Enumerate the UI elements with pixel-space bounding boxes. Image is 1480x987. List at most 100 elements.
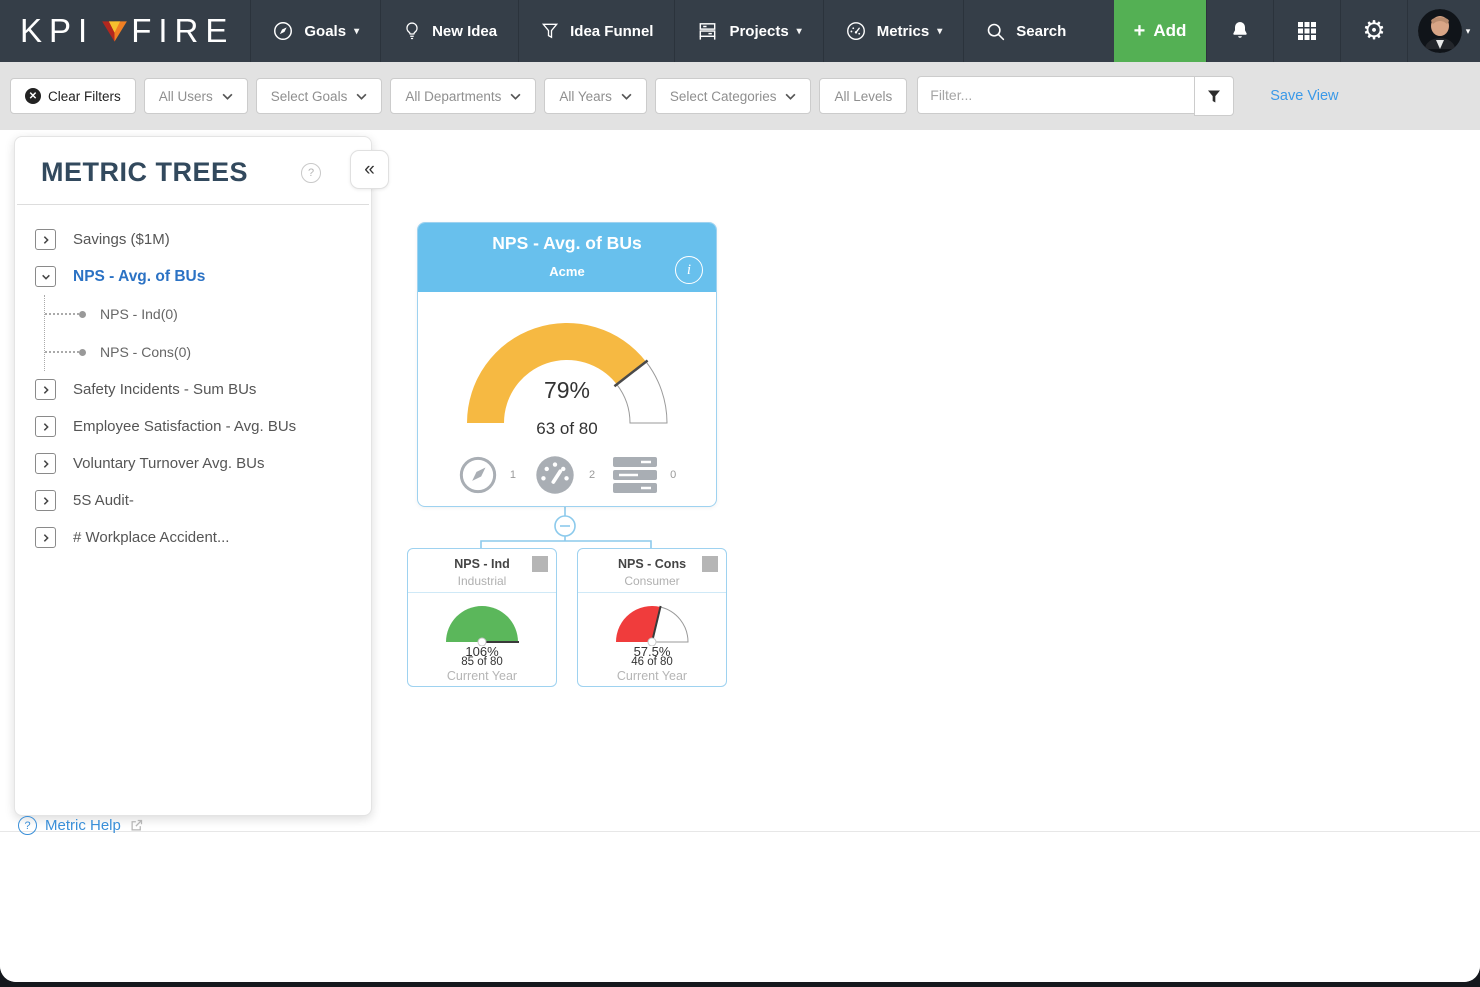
metrics-count[interactable]: 2 [533, 453, 595, 497]
all-departments-dropdown[interactable]: All Departments [390, 78, 537, 114]
expand-button[interactable] [35, 416, 56, 437]
gauge-detail: 85 of 80 [461, 656, 503, 668]
nav-metrics[interactable]: Metrics ▾ [822, 0, 964, 62]
nav-new-idea[interactable]: New Idea [380, 0, 518, 62]
tree-item-savings[interactable]: Savings ($1M) [35, 221, 353, 258]
user-menu[interactable]: ▾ [1407, 0, 1480, 62]
select-categories-dropdown[interactable]: Select Categories [654, 78, 812, 114]
tree-item-label: Employee Satisfaction - Avg. BUs [73, 418, 297, 435]
tree-item-workplace-accident[interactable]: # Workplace Accident... [35, 519, 353, 556]
tree-item-label: # Workplace Accident... [73, 529, 230, 546]
tree-item-voluntary-turnover[interactable]: Voluntary Turnover Avg. BUs [35, 445, 353, 482]
metric-card-nps-avg[interactable]: NPS - Avg. of BUs Acme i 79% 63 of 80 1 [417, 222, 717, 507]
expand-button[interactable] [35, 490, 56, 511]
apps-grid-button[interactable] [1273, 0, 1340, 62]
metric-help-link[interactable]: ? Metric Help [18, 816, 144, 835]
content-divider [0, 831, 1480, 832]
lightbulb-icon [406, 22, 418, 40]
add-button[interactable]: + Add [1114, 0, 1206, 62]
panel-header: METRIC TREES ? [17, 137, 369, 205]
count-value: 2 [588, 469, 596, 481]
tree-item-label: NPS - Ind(0) [100, 306, 178, 322]
all-users-dropdown[interactable]: All Users [143, 78, 248, 114]
save-view-link[interactable]: Save View [1270, 88, 1338, 104]
chevron-down-icon [621, 93, 632, 100]
gauge-detail: 63 of 80 [536, 419, 598, 438]
all-years-dropdown[interactable]: All Years [544, 78, 647, 114]
card-count-row: 1 2 0 [418, 453, 716, 497]
tree-connector-lines [480, 505, 652, 549]
nav-search[interactable]: Search [963, 0, 1087, 62]
tree-item-label: Safety Incidents - Sum BUs [73, 381, 257, 398]
chevron-right-icon [43, 422, 49, 431]
nav-label: New Idea [432, 22, 498, 40]
grid-icon [1298, 22, 1316, 40]
gauge-detail: 46 of 80 [631, 656, 673, 668]
info-button[interactable]: i [675, 256, 703, 284]
tree-item-label: NPS - Cons(0) [100, 344, 192, 360]
tree-item-nps-ind[interactable]: NPS - Ind(0) [45, 295, 353, 333]
settings-button[interactable]: ⚙ [1340, 0, 1407, 62]
goals-count[interactable]: 1 [458, 455, 516, 495]
stack-icon [613, 457, 658, 493]
clear-filters-label: Clear Filters [48, 88, 121, 104]
tree-item-5s-audit[interactable]: 5S Audit- [35, 482, 353, 519]
chevron-down-icon [356, 93, 367, 100]
compass-icon [459, 456, 496, 494]
kpifire-logo[interactable]: KPI FIRE [0, 0, 250, 62]
chevron-down-icon [41, 274, 50, 280]
filter-input[interactable] [917, 76, 1195, 114]
dropdown-label: Select Goals [270, 88, 348, 104]
help-icon[interactable]: ? [301, 162, 321, 183]
card-select-square[interactable] [532, 556, 548, 572]
tree-item-label: Voluntary Turnover Avg. BUs [73, 455, 265, 472]
tree-item-employee-satisfaction[interactable]: Employee Satisfaction - Avg. BUs [35, 408, 353, 445]
card-select-square[interactable] [702, 556, 718, 572]
chevron-down-icon: ▾ [1465, 25, 1471, 36]
dropdown-label: Select Categories [669, 88, 777, 104]
collapse-panel-button[interactable]: « [350, 150, 389, 189]
tree-item-nps-avg[interactable]: NPS - Avg. of BUs [35, 258, 353, 295]
count-value: 1 [509, 469, 516, 481]
expand-button[interactable] [35, 527, 56, 548]
gauge-period: Current Year [446, 669, 518, 683]
add-button-label: Add [1153, 21, 1187, 40]
nav-projects[interactable]: Projects ▾ [674, 0, 822, 62]
nav-goals[interactable]: Goals ▾ [250, 0, 380, 62]
notifications-button[interactable] [1206, 0, 1273, 62]
select-goals-dropdown[interactable]: Select Goals [255, 78, 383, 114]
clear-filters-button[interactable]: ✕ Clear Filters [10, 78, 136, 114]
user-photo [1417, 9, 1462, 53]
gauge-percent: 79% [543, 377, 591, 403]
metric-card-nps-cons[interactable]: NPS - Cons Consumer 57.5% 46 of 80 Curre… [577, 548, 727, 687]
node-dot-icon [79, 348, 86, 356]
nav-label: Projects [729, 22, 789, 40]
chevron-down-icon: ▾ [937, 25, 943, 37]
nav-label: Idea Funnel [570, 22, 654, 40]
dropdown-label: All Departments [405, 88, 502, 104]
gauge-period: Current Year [616, 669, 688, 683]
expand-button[interactable] [35, 453, 56, 474]
dotted-connector [45, 351, 79, 353]
tree-item-nps-cons[interactable]: NPS - Cons(0) [45, 333, 353, 371]
collapse-button[interactable] [35, 266, 56, 287]
panel-title: METRIC TREES [41, 157, 249, 187]
chevron-down-icon [785, 93, 796, 100]
filter-input-group [917, 76, 1235, 116]
tree-children: NPS - Ind(0) NPS - Cons(0) [44, 295, 353, 371]
expand-button[interactable] [35, 379, 56, 400]
tree-item-safety-incidents[interactable]: Safety Incidents - Sum BUs [35, 371, 353, 408]
gauge-chart [616, 605, 689, 646]
datasets-count[interactable]: 0 [612, 455, 676, 495]
dotted-connector [45, 313, 79, 315]
metric-card-nps-ind[interactable]: NPS - Ind Industrial 106% 85 of 80 Curre… [407, 548, 557, 687]
expand-button[interactable] [35, 229, 56, 250]
all-levels-button[interactable]: All Levels [819, 78, 908, 114]
dropdown-label: All Years [559, 88, 612, 104]
help-circle-icon: ? [18, 816, 37, 835]
chevron-down-icon: ▾ [796, 25, 802, 37]
apply-filter-button[interactable] [1194, 76, 1235, 116]
card-subtitle: Consumer [624, 574, 680, 588]
nav-idea-funnel[interactable]: Idea Funnel [518, 0, 674, 62]
compass-icon [274, 22, 293, 40]
